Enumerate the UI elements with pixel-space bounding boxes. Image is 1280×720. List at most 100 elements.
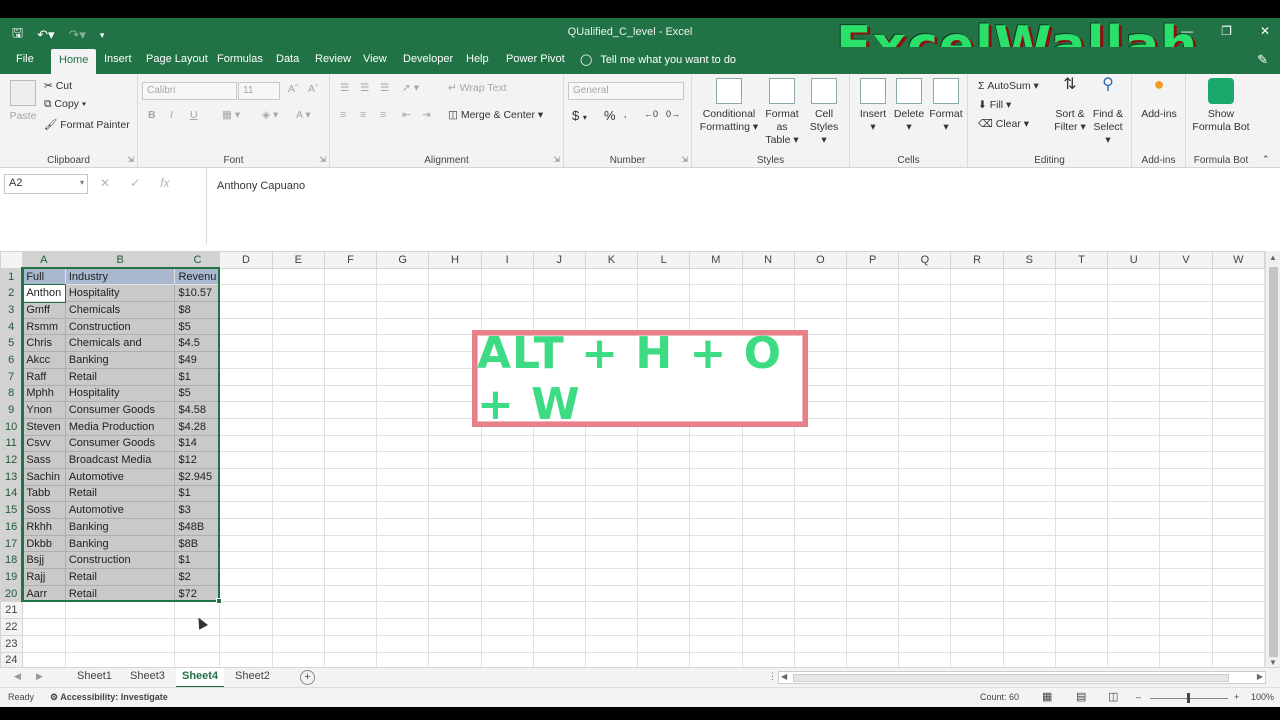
row-header[interactable]: 9 [0,401,24,419]
cell[interactable] [898,618,952,636]
cell[interactable]: Sass [21,451,66,469]
align-middle-icon[interactable]: ☰ [360,82,369,94]
find-select-button[interactable]: ⚲ Find & Select ▾ [1090,77,1126,147]
cell[interactable] [741,267,795,286]
cell[interactable] [1211,568,1265,586]
cell[interactable] [584,518,639,536]
cell[interactable]: $1 [174,484,221,503]
cell[interactable]: Full [21,267,66,286]
sheet-tab-sheet4[interactable]: Sheet4 [176,668,225,688]
column-header[interactable]: F [323,251,378,269]
cell[interactable] [219,584,273,603]
cell[interactable] [793,601,848,620]
cell[interactable] [741,484,795,503]
cell[interactable] [689,284,743,303]
cell[interactable] [1211,301,1265,319]
sort-filter-button[interactable]: ⇅ Sort & Filter ▾ [1052,77,1088,134]
worksheet-grid[interactable]: A B C D E F G H I J K L M N O P Q R S T U V W 1 Full Industry Reve… [0,251,1265,683]
cell[interactable] [271,334,325,353]
cell[interactable] [1159,467,1213,486]
cell[interactable]: Consumer Goods [64,434,176,453]
cell[interactable] [323,384,378,403]
cell[interactable] [480,568,534,586]
tab-power-pivot[interactable]: Power Pivot [506,53,565,65]
cell[interactable]: Retail [64,568,176,586]
cell[interactable] [323,634,378,653]
cell[interactable] [689,484,743,503]
cell[interactable] [845,584,900,603]
close-icon[interactable]: ✕ [1260,24,1270,38]
cell[interactable] [1211,618,1265,636]
cell[interactable] [323,451,378,469]
row-header[interactable]: 22 [0,618,23,636]
cell[interactable] [480,267,534,286]
cell[interactable] [689,467,743,486]
cell[interactable] [1002,401,1056,419]
cell[interactable] [950,434,1004,453]
cell[interactable]: Ynon [21,401,66,419]
cell[interactable] [271,367,325,386]
cell[interactable] [271,451,325,469]
cell[interactable] [898,351,952,369]
cell[interactable] [428,518,482,536]
cell[interactable] [637,584,691,603]
cell[interactable] [689,451,743,469]
cell[interactable] [1211,484,1265,503]
cell[interactable]: $72 [174,584,221,603]
cell[interactable] [898,284,952,303]
cell[interactable]: $1 [174,367,221,386]
cell[interactable] [1107,267,1161,286]
cell[interactable] [1002,634,1056,653]
percent-button[interactable]: % [604,108,616,123]
cell[interactable]: Industry [64,267,176,286]
cell[interactable] [845,618,900,636]
cell[interactable] [845,501,900,519]
cell[interactable] [1054,301,1109,319]
cell[interactable] [271,584,325,603]
cell[interactable]: $4.58 [174,401,221,419]
cell[interactable] [1159,284,1213,303]
row-header[interactable]: 19 [0,568,24,586]
cell[interactable] [1002,534,1056,553]
cell[interactable] [271,601,325,620]
cell[interactable]: Hospitality [64,384,176,403]
page-layout-view-icon[interactable]: ▤ [1076,690,1086,703]
cell[interactable] [950,484,1004,503]
cell[interactable] [271,267,325,286]
cell[interactable] [532,484,586,503]
cell[interactable] [1159,618,1213,636]
cell[interactable] [1054,484,1109,503]
cell[interactable]: Broadcast Media [64,451,176,469]
zoom-slider-knob[interactable] [1187,693,1190,703]
cell[interactable] [845,568,900,586]
cell[interactable] [532,267,586,286]
cell[interactable] [637,467,691,486]
cell[interactable] [898,334,952,353]
cell[interactable] [637,301,691,319]
cell[interactable] [532,634,586,653]
cell[interactable] [845,301,900,319]
cell[interactable] [637,551,691,570]
cell[interactable] [637,618,691,636]
cell[interactable] [898,634,952,653]
cell[interactable]: Construction [64,551,176,570]
cell[interactable] [1002,317,1056,336]
cell[interactable] [1159,484,1213,503]
cell[interactable] [480,551,534,570]
cell[interactable]: $4.5 [174,334,221,353]
cell[interactable] [323,267,378,286]
cell[interactable] [741,451,795,469]
cell[interactable] [793,534,848,553]
cell[interactable] [898,434,952,453]
row-header[interactable]: 23 [0,634,23,653]
cell[interactable] [845,351,900,369]
align-top-icon[interactable]: ☰ [340,82,349,94]
cell[interactable] [845,401,900,419]
cell[interactable]: Tabb [21,484,66,503]
row-header[interactable]: 14 [0,484,24,503]
cell[interactable] [219,568,273,586]
restore-icon[interactable]: ❐ [1221,24,1232,38]
tell-me-search[interactable]: ◯ Tell me what you want to do [580,53,736,66]
cell[interactable] [1159,434,1213,453]
cell[interactable] [1107,518,1161,536]
